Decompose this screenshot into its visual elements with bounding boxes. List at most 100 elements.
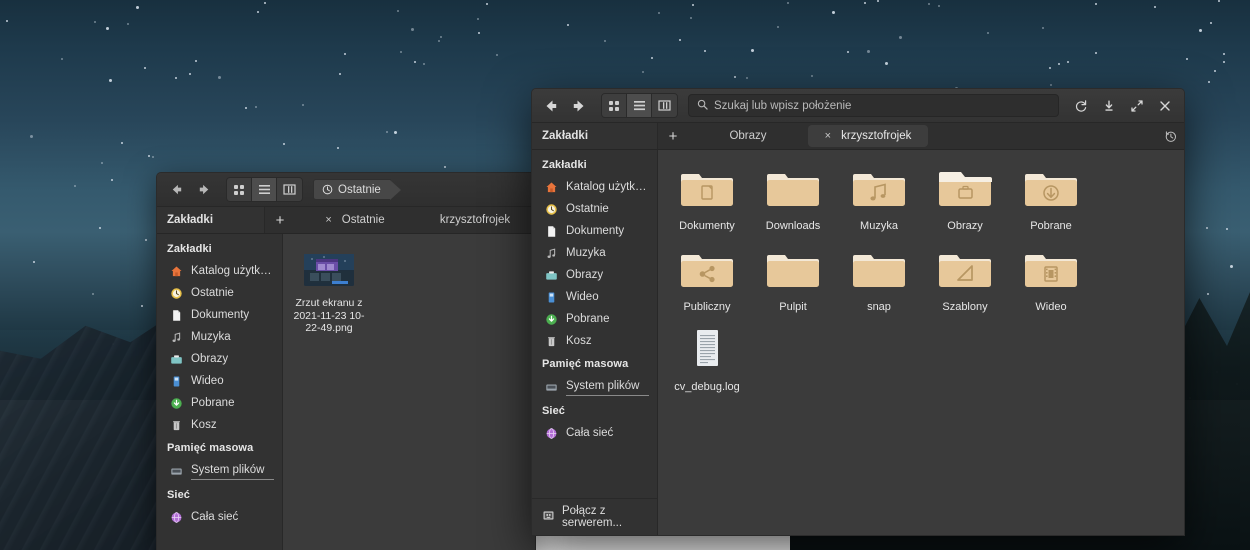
sidebar-item-video[interactable]: Wideo [532,286,657,308]
sidebar-item-documents[interactable]: Dokumenty [532,220,657,242]
file-manager-window-active[interactable]: Szukaj lub wpisz położenie Zakładki + Ob… [531,88,1185,536]
folder-public-icon [680,247,734,296]
front-sidebar: Zakładki Katalog użytkowni... Ostatnie D… [532,150,658,535]
video-icon [544,290,558,304]
tab-obrazy[interactable]: Obrazy [688,123,808,149]
back-icon-grid: Zrzut ekranu z 2021-11-23 10-22-49.png [283,234,535,343]
star [143,66,146,69]
star [986,32,989,35]
sidebar-item-video[interactable]: Wideo [157,370,282,392]
view-columns-button[interactable] [652,94,677,117]
new-tab-button[interactable]: + [658,123,688,149]
star [92,292,95,295]
reload-button[interactable] [1069,94,1093,118]
tab-krzysztofrojek[interactable]: krzysztofrojek [415,207,535,233]
file-item[interactable]: cv_debug.log [664,321,750,402]
file-item[interactable]: Wideo [1008,241,1094,322]
back-sidebar-header: Zakładki [157,207,265,233]
file-item[interactable]: Obrazy [922,160,1008,241]
file-item[interactable]: Pulpit [750,241,836,322]
sidebar-item-label: Cała sieć [191,511,239,523]
back-view-mode-group[interactable] [226,177,303,202]
breadcrumb-label: Ostatnie [338,183,381,196]
view-icons-button[interactable] [227,178,252,201]
sidebar-item-label: Wideo [191,375,224,387]
file-item[interactable]: Dokumenty [664,160,750,241]
file-item[interactable]: Downloads [750,160,836,241]
view-list-button[interactable] [252,178,277,201]
view-columns-button[interactable] [277,178,302,201]
sidebar-item-pictures[interactable]: Obrazy [157,348,282,370]
view-icons-button[interactable] [602,94,627,117]
star [746,77,749,80]
search-input[interactable]: Szukaj lub wpisz położenie [688,94,1059,117]
sidebar-item-network[interactable]: Cała sieć [157,506,282,528]
star [264,1,267,4]
sidebar-item-music[interactable]: Muzyka [157,326,282,348]
star [141,305,144,308]
back-button[interactable] [164,178,188,202]
sidebar-item-downloads[interactable]: Pobrane [532,308,657,330]
forward-button[interactable] [567,94,591,118]
sidebar-item-home[interactable]: Katalog użytkownи... [157,260,282,282]
clock-icon [322,184,333,195]
star [1223,60,1226,63]
tab-close-icon[interactable]: × [325,214,331,226]
sidebar-item-trash[interactable]: Kosz [532,330,657,352]
file-name: Szablony [942,300,988,313]
connect-to-server-button[interactable]: Połącz z serwerem... [532,498,657,535]
front-window-toolbar: Szukaj lub wpisz położenie [532,89,1184,123]
tab-label: Ostatnie [341,214,385,226]
downloads-button[interactable] [1097,94,1121,118]
sidebar-item-documents[interactable]: Dokumenty [157,304,282,326]
back-breadcrumb-bar: Ostatnie [313,178,522,201]
star [393,130,397,134]
star [1213,69,1216,72]
sidebar-item-filesystem[interactable]: System plików [532,375,657,399]
connect-server-icon [542,509,555,525]
sidebar-item-recent[interactable]: Ostatnie [532,198,657,220]
clock-icon [544,202,558,216]
star [94,21,97,24]
star [106,27,110,31]
maximize-button[interactable] [1125,94,1149,118]
breadcrumb-recent[interactable]: Ostatnie [313,179,401,200]
tab-ostatnie[interactable]: × Ostatnie [295,207,415,233]
sidebar-item-filesystem[interactable]: System plików [157,459,282,483]
sidebar-item-network[interactable]: Cała sieć [532,422,657,444]
front-view-mode-group[interactable] [601,93,678,118]
forward-button[interactable] [192,178,216,202]
sidebar-item-music[interactable]: Muzyka [532,242,657,264]
sidebar-item-home[interactable]: Katalog użytkowni... [532,176,657,198]
star [217,75,221,79]
file-name: snap [867,300,891,313]
close-button[interactable] [1153,94,1177,118]
file-item[interactable]: Publiczny [664,241,750,322]
music-note-icon [544,246,558,260]
file-item[interactable]: Pobrane [1008,160,1094,241]
file-item[interactable]: Szablony [922,241,1008,322]
back-button[interactable] [539,94,563,118]
file-name: Obrazy [947,220,983,232]
star [1066,61,1069,64]
star [1205,226,1208,229]
file-manager-window-background[interactable]: Ostatnie Zakładki + × Ostatnie krzysztof… [156,172,536,550]
trash-icon [169,418,183,432]
sidebar-item-trash[interactable]: Kosz [157,414,282,436]
history-icon[interactable] [1156,123,1184,149]
sidebar-item-downloads[interactable]: Pobrane [157,392,282,414]
sidebar-item-pictures[interactable]: Obrazy [532,264,657,286]
file-item[interactable]: snap [836,241,922,322]
tab-krzysztofrojek[interactable]: × krzysztofrojek [808,125,928,147]
file-item[interactable]: Zrzut ekranu z 2021-11-23 10-22-49.png [291,248,367,343]
star [651,57,654,60]
tab-close-icon[interactable]: × [825,130,831,142]
sidebar-item-recent[interactable]: Ostatnie [157,282,282,304]
view-list-button[interactable] [627,94,652,117]
new-tab-button[interactable]: + [265,207,295,233]
folder-downloads-icon [1024,166,1078,215]
front-file-area[interactable]: Dokumenty Downloads Muzyka Obrazy Pobran… [658,150,1184,535]
file-item[interactable]: Muzyka [836,160,922,241]
sidebar-item-label: Wideo [566,291,599,303]
back-file-area[interactable]: Zrzut ekranu z 2021-11-23 10-22-49.png [283,234,535,550]
